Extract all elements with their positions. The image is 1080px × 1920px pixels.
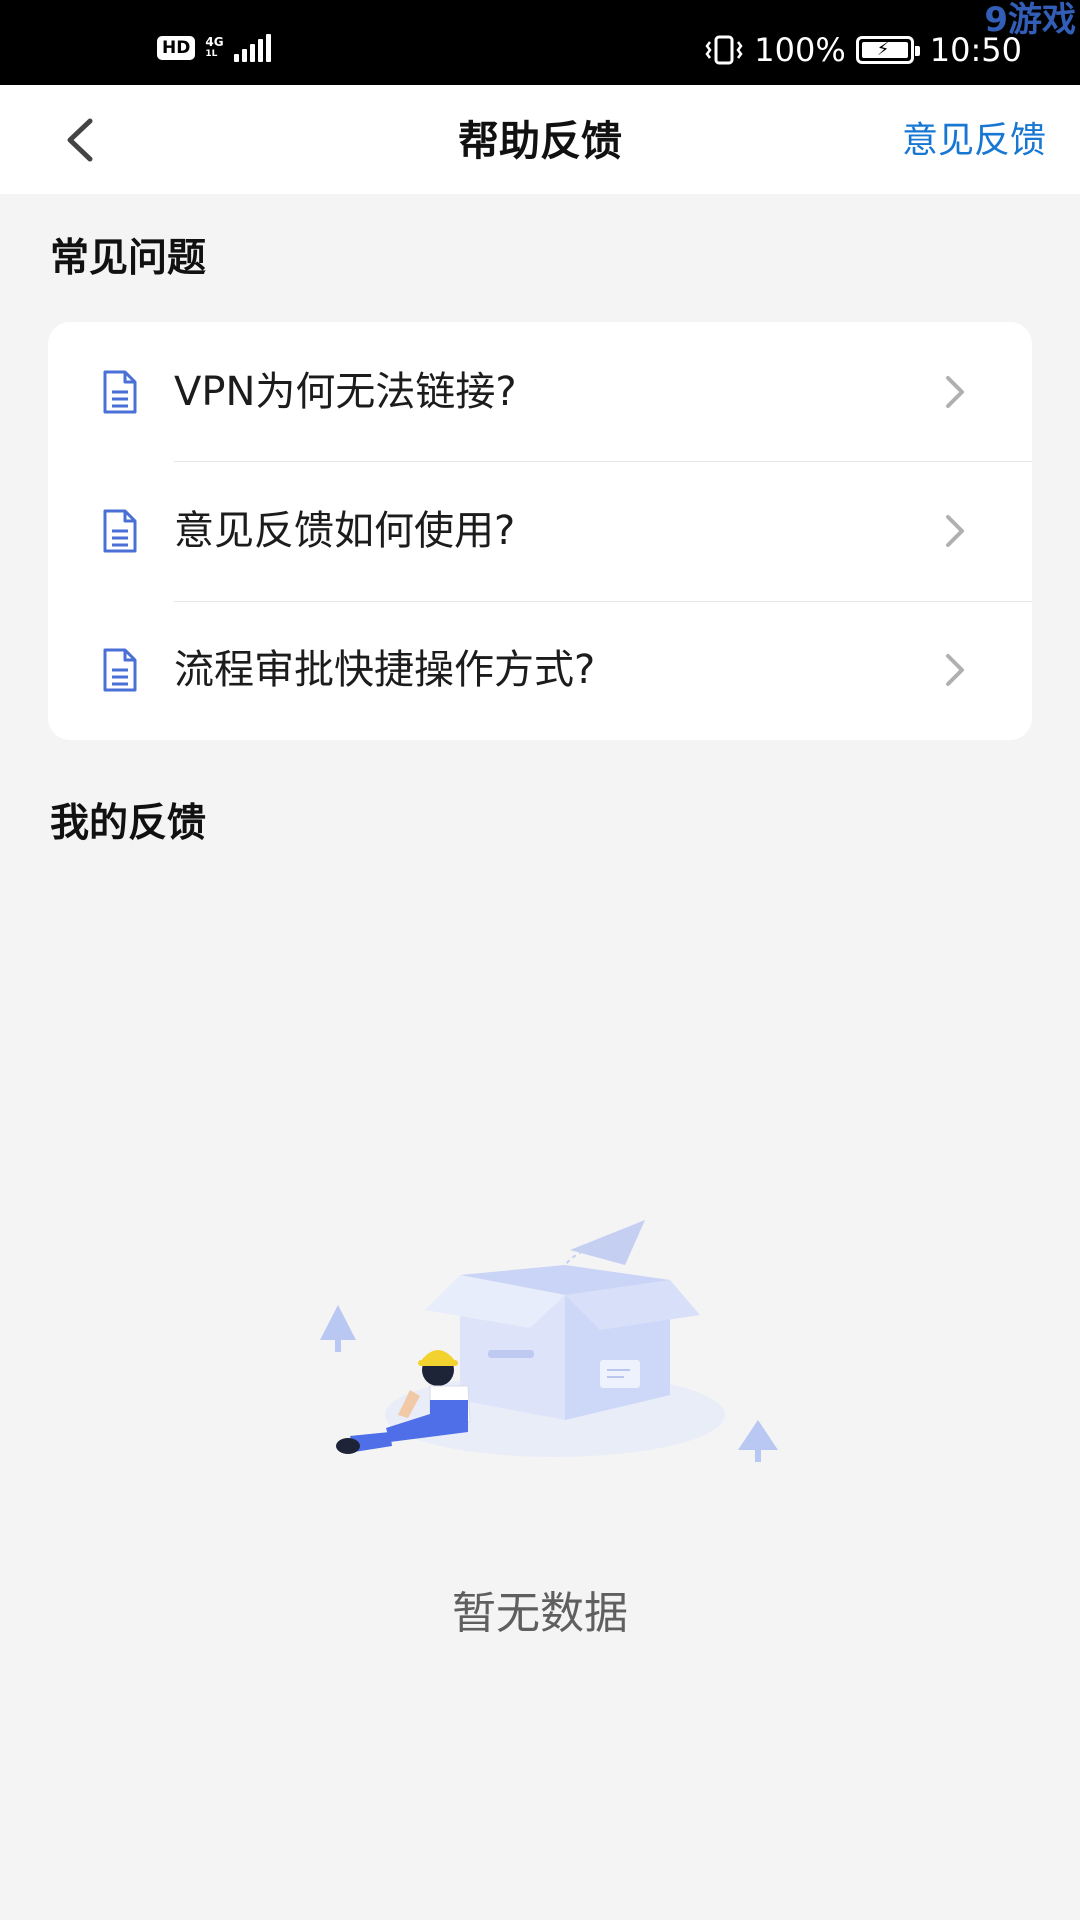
document-icon: [103, 509, 137, 553]
hd-badge: HD: [157, 36, 196, 60]
faq-section-title: 常见问题: [50, 236, 207, 281]
chevron-right-icon: [946, 375, 964, 408]
faq-item[interactable]: VPN为何无法链接?: [48, 322, 1032, 461]
feedback-button[interactable]: 意见反馈: [902, 115, 1046, 167]
faq-item-label: 流程审批快捷操作方式?: [174, 647, 596, 694]
document-icon: [103, 648, 137, 692]
network-type-top: 4G: [205, 35, 224, 49]
faq-item-label: 意见反馈如何使用?: [174, 507, 516, 554]
faq-item[interactable]: 流程审批快捷操作方式?: [48, 601, 1032, 740]
chevron-right-icon: [946, 654, 964, 687]
battery-percent: 100%: [754, 31, 846, 69]
vibrate-icon: [705, 35, 743, 65]
watermark-logo: 9游戏: [984, 0, 1076, 40]
empty-state-text: 暂无数据: [452, 1588, 628, 1639]
faq-item[interactable]: 意见反馈如何使用?: [48, 461, 1032, 600]
nav-bar: 帮助反馈 意见反馈: [0, 85, 1080, 194]
empty-state-illustration: [320, 1220, 778, 1462]
status-right: 100% ⚡ 10:50: [704, 30, 1022, 70]
document-icon: [103, 370, 137, 414]
screen: HD 4G 1L 100% ⚡ 10:50 9游戏 帮助反馈 意见反馈 常见问题…: [0, 0, 1080, 1920]
faq-item-label: VPN为何无法链接?: [174, 368, 517, 415]
chevron-right-icon: [946, 514, 964, 547]
status-left: HD 4G 1L: [157, 34, 271, 62]
signal-icon: [233, 34, 271, 62]
my-feedback-section-title: 我的反馈: [50, 801, 207, 846]
network-type: 4G 1L: [205, 36, 223, 60]
battery-icon: ⚡: [855, 36, 920, 64]
faq-list: VPN为何无法链接? 意见反馈如何使用? 流程审批快捷操作方式?: [48, 322, 1032, 740]
status-bar: HD 4G 1L 100% ⚡ 10:50 9游戏: [0, 0, 1080, 85]
network-type-bottom: 1L: [205, 49, 218, 59]
